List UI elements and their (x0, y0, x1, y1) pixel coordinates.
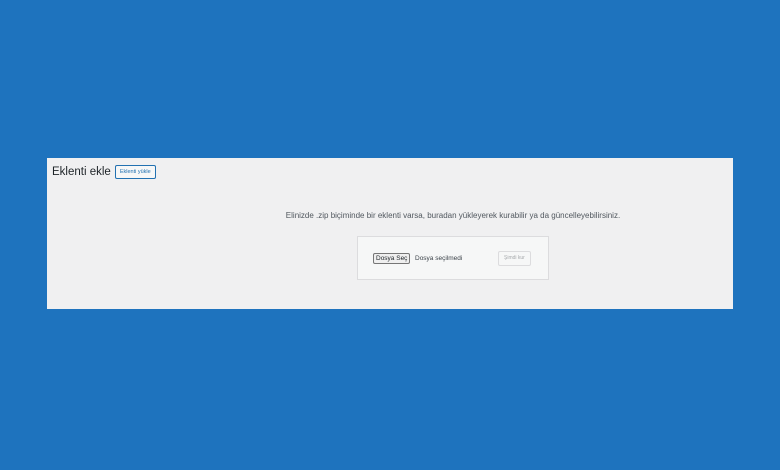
page-header: Eklenti ekle Eklenti yükle (52, 165, 156, 179)
upload-plugin-button[interactable]: Eklenti yükle (114, 165, 156, 179)
page-background: { "header": { "title": "Eklenti ekle", "… (0, 0, 780, 470)
choose-file-button[interactable]: Dosya Seç (373, 253, 411, 264)
add-plugin-panel: Eklenti ekle Eklenti yükle Elinizde .zip… (47, 158, 733, 309)
file-status-text: Dosya seçilmedi (415, 255, 463, 262)
upload-help-text: Elinizde .zip biçiminde bir eklenti vars… (285, 211, 621, 220)
install-now-button[interactable]: Şimdi kur (498, 251, 531, 266)
page-title: Eklenti ekle (52, 166, 111, 178)
upload-form: Dosya Seç Dosya seçilmedi Şimdi kur (357, 236, 549, 280)
